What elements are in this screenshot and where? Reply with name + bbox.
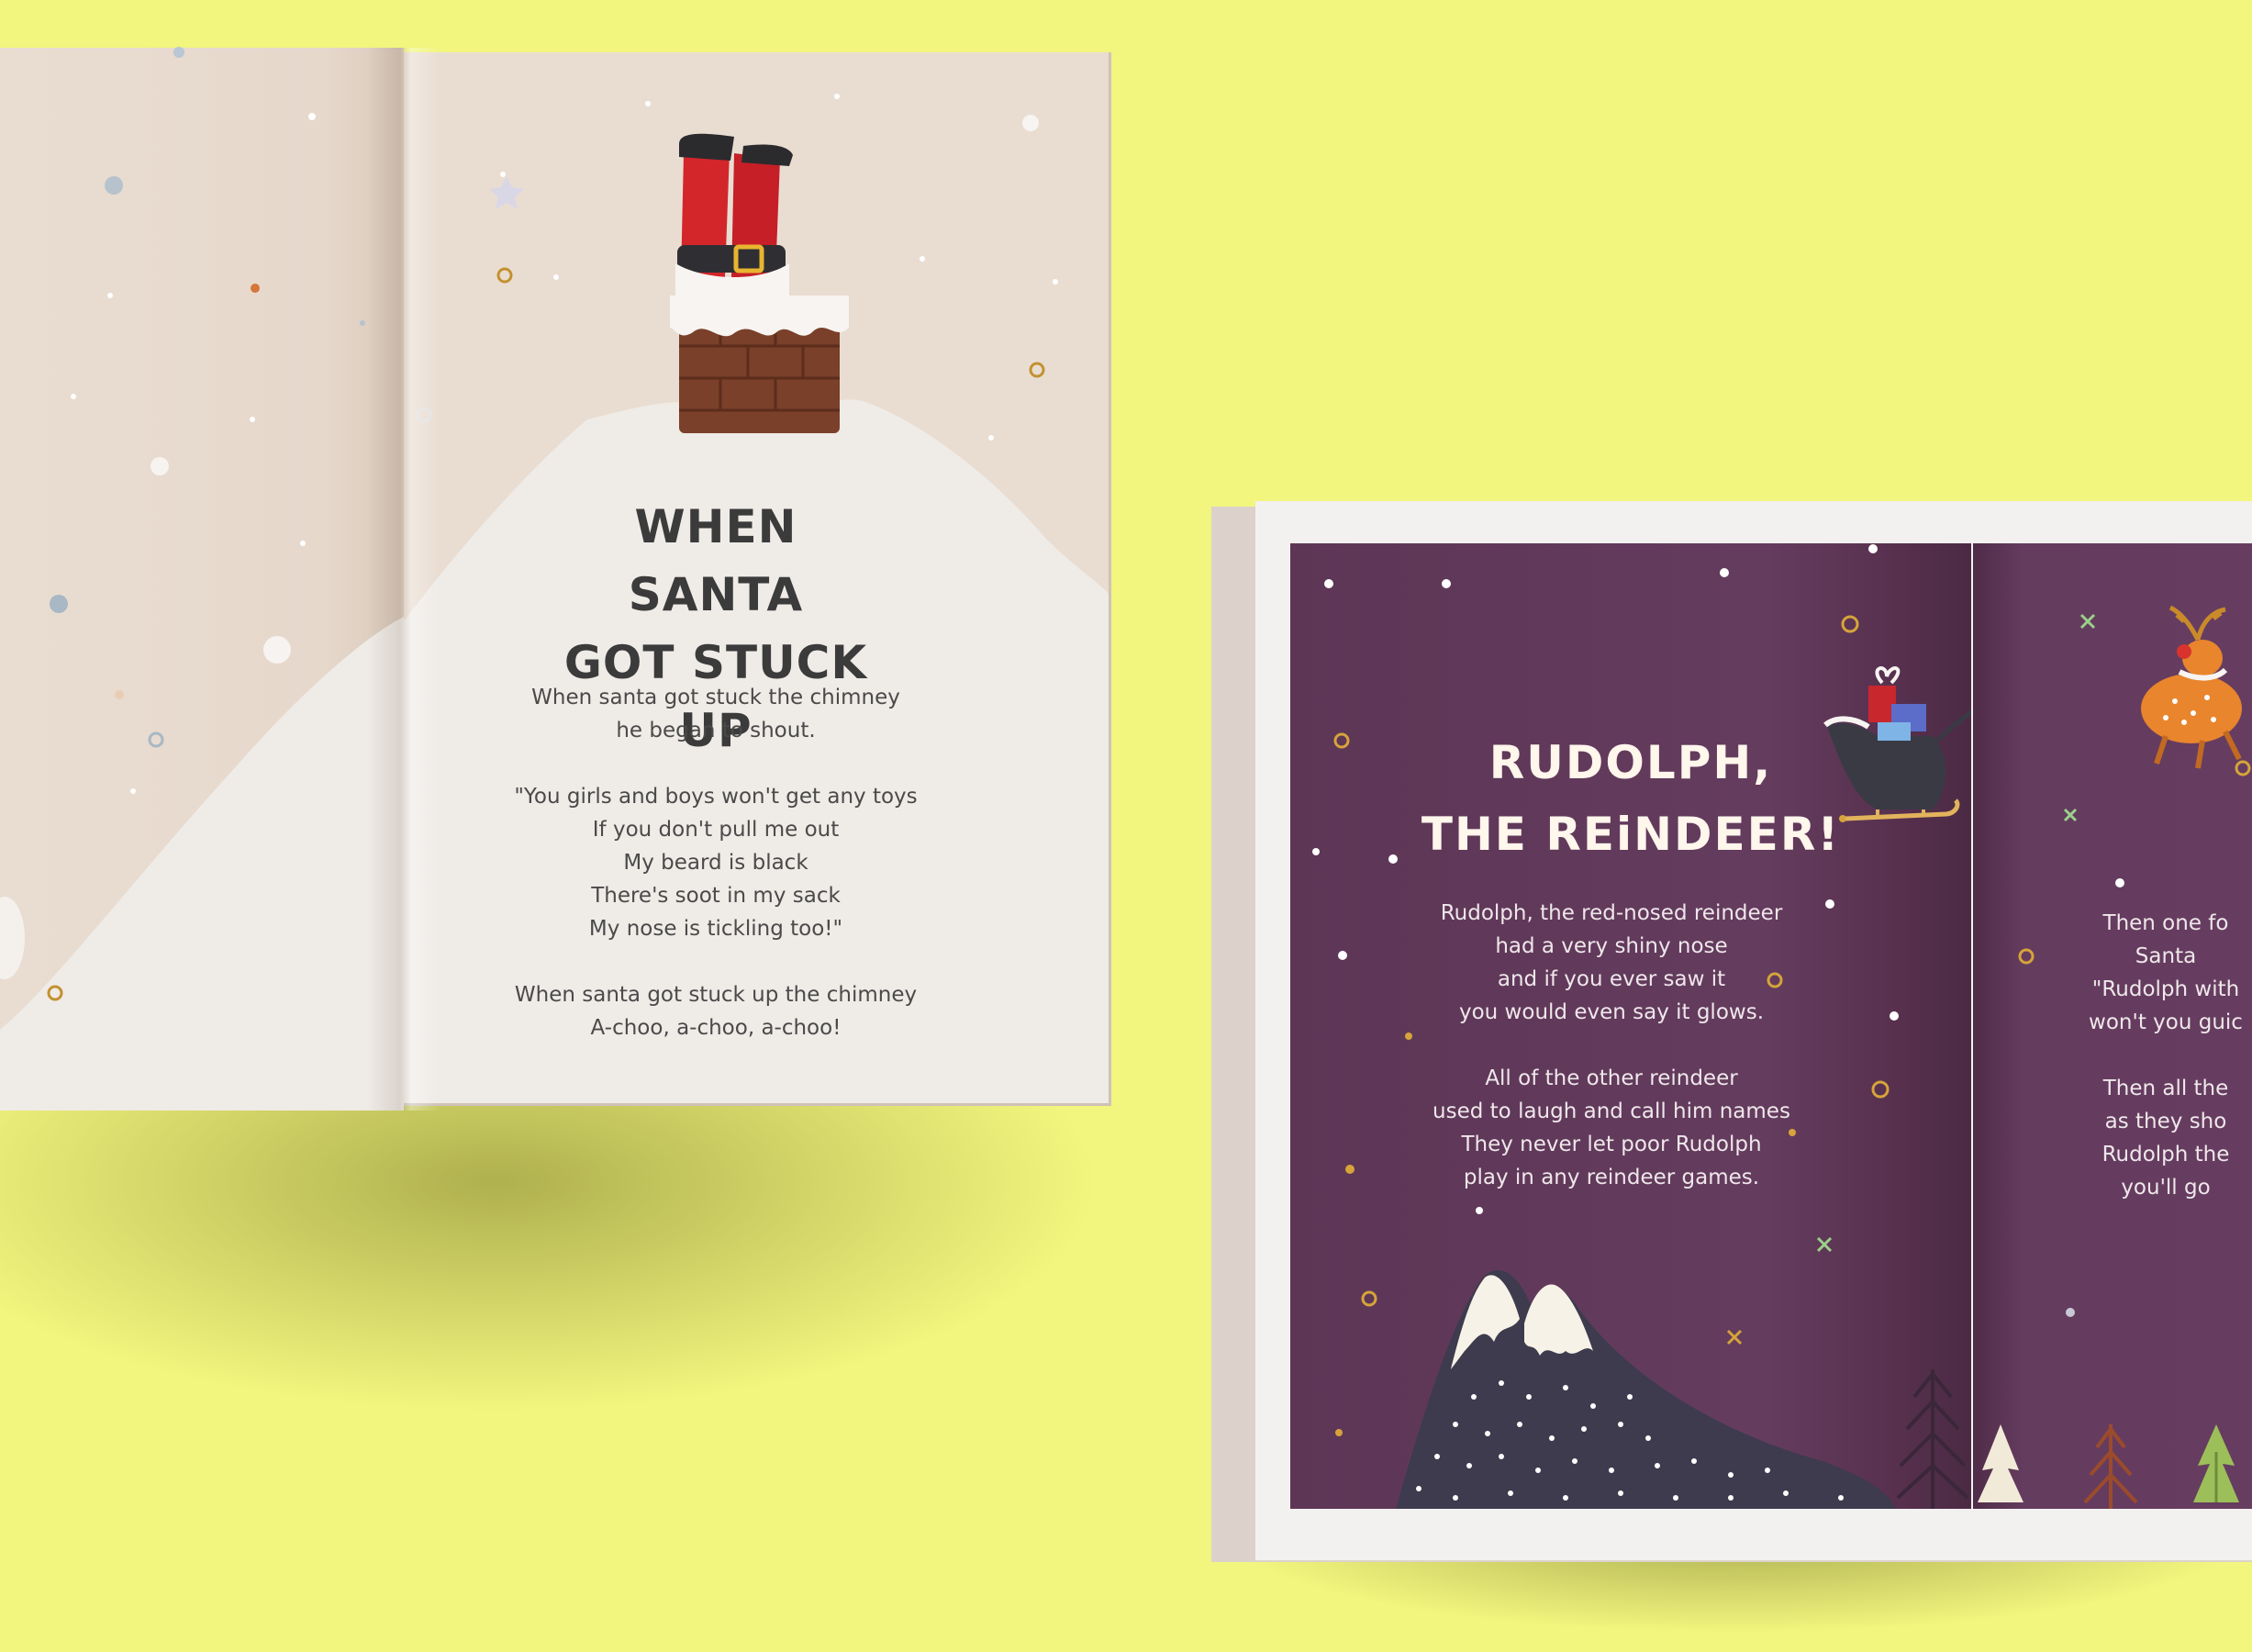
santa-legs-icon bbox=[675, 133, 793, 296]
stanza-1: When santa got stuck the chimney he bega… bbox=[514, 681, 918, 747]
poem-line: you would even say it glows. bbox=[1458, 1000, 1765, 1024]
poem-line: Santa bbox=[2135, 944, 2197, 968]
book-gutter bbox=[367, 48, 440, 1111]
poem-line: "You girls and boys won't get any toys bbox=[514, 785, 918, 809]
left-page bbox=[0, 47, 404, 1111]
stanza-1: Rudolph, the red-nosed reindeer had a ve… bbox=[1400, 897, 1823, 1029]
poem-line: as they sho bbox=[2104, 1110, 2227, 1133]
poem-line: All of the other reindeer bbox=[1485, 1066, 1738, 1090]
book-santa: WHEN SANTA GOT STUCK UP When santa got s… bbox=[0, 47, 1112, 1112]
pine-tree-icon bbox=[1896, 1369, 1969, 1509]
book-rudolph: RUDOLPH, THE REiNDEER! Rudolph, the red-… bbox=[1210, 501, 2252, 1566]
poem-line: If you don't pull me out bbox=[592, 818, 840, 842]
title-line-2: THE REiNDEER! bbox=[1421, 808, 1841, 861]
title-line-1: WHEN SANTA bbox=[628, 500, 804, 621]
poem-line: Rudolph, the red-nosed reindeer bbox=[1440, 901, 1783, 925]
poem-line: Rudolph the bbox=[2101, 1143, 2230, 1166]
stanza-2: "You girls and boys won't get any toys I… bbox=[514, 780, 918, 945]
snow-slope-illustration bbox=[0, 47, 404, 1111]
poem-text: When santa got stuck the chimney he bega… bbox=[514, 681, 918, 1077]
title-line-1: RUDOLPH, bbox=[1488, 736, 1773, 789]
right-page: Then one fo Santa "Rudolph with won't yo… bbox=[1973, 543, 2252, 1509]
right-page: WHEN SANTA GOT STUCK UP When santa got s… bbox=[404, 52, 1111, 1106]
stanza-1: Then one fo Santa "Rudolph with won't yo… bbox=[2056, 907, 2252, 1039]
poem-line: Then all the bbox=[2102, 1077, 2229, 1100]
poem-line: They never let poor Rudolph bbox=[1461, 1133, 1762, 1156]
poem-line: won't you guic bbox=[2089, 1010, 2243, 1034]
poem-line: you'll go bbox=[2121, 1176, 2211, 1200]
reindeer-icon bbox=[2141, 605, 2242, 769]
poem-line: When santa got stuck up the chimney bbox=[514, 983, 918, 1007]
poem-line: Then one fo bbox=[2102, 911, 2229, 935]
poem-line: he began to shout. bbox=[616, 719, 816, 742]
left-page: RUDOLPH, THE REiNDEER! Rudolph, the red-… bbox=[1290, 543, 1971, 1509]
chimney-icon bbox=[670, 296, 849, 433]
poem-line: A-choo, a-choo, a-choo! bbox=[590, 1016, 842, 1040]
next-page-poem: Then one fo Santa "Rudolph with won't yo… bbox=[2056, 907, 2252, 1237]
poem-line: "Rudolph with bbox=[2091, 977, 2240, 1001]
poem-line: used to laugh and call him names bbox=[1433, 1099, 1790, 1123]
stanza-3: When santa got stuck up the chimney A-ch… bbox=[514, 978, 918, 1044]
book-shadow bbox=[0, 1083, 1101, 1413]
poem-line: My beard is black bbox=[623, 851, 808, 875]
poem-line: and if you ever saw it bbox=[1497, 967, 1726, 991]
stanza-2: Then all the as they sho Rudolph the you… bbox=[2056, 1072, 2252, 1204]
mountains-icon bbox=[1396, 1269, 1896, 1509]
stanza-2: All of the other reindeer used to laugh … bbox=[1400, 1062, 1823, 1194]
pine-tree-icon bbox=[1978, 1424, 2239, 1509]
poem-line: My nose is tickling too!" bbox=[588, 917, 843, 941]
poem-line: play in any reindeer games. bbox=[1463, 1166, 1760, 1189]
poem-line: had a very shiny nose bbox=[1495, 934, 1728, 958]
poem-text: Rudolph, the red-nosed reindeer had a ve… bbox=[1400, 897, 1823, 1227]
poem-line: When santa got stuck the chimney bbox=[531, 686, 900, 709]
poem-line: There's soot in my sack bbox=[591, 884, 841, 908]
page-title: RUDOLPH, THE REiNDEER! bbox=[1290, 727, 1971, 870]
